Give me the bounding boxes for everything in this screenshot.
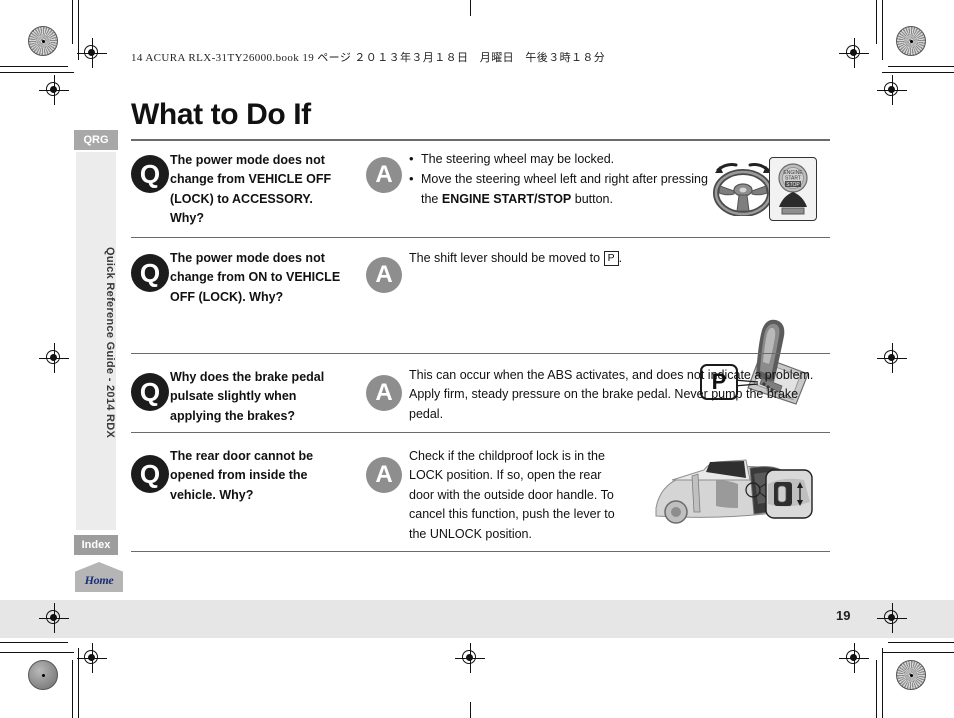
rear-door-childproof-lock-figure	[654, 450, 814, 536]
home-button[interactable]: Home	[75, 562, 123, 592]
engine-start-stop-button-icon: ENGINE START STOP	[769, 157, 817, 221]
answer-badge: A	[366, 157, 402, 193]
page-title: What to Do If	[131, 98, 311, 131]
shift-position-key: P	[603, 251, 619, 266]
question-badge: Q	[131, 254, 169, 292]
sidebar-divider	[120, 130, 121, 594]
svg-text:STOP: STOP	[786, 182, 800, 188]
page-canvas: 19 14 ACURA RLX-31TY26000.book 19 ページ ２０…	[0, 0, 954, 718]
title-underline	[131, 139, 830, 141]
sidebar-rail-label: Quick Reference Guide - 2014 RDX	[104, 247, 116, 439]
question-text-4: The rear door cannot be opened from insi…	[170, 449, 314, 502]
question-text-3: Why does the brake pedal pulsate slightl…	[170, 370, 325, 423]
answer-bullet: The steering wheel may be locked.	[409, 149, 709, 170]
answer-badge: A	[366, 257, 402, 293]
row-divider	[131, 237, 830, 238]
row-divider	[131, 551, 830, 552]
home-button-label: Home	[84, 573, 114, 587]
answer-bullet: Move the steering wheel left and right a…	[409, 169, 709, 209]
answer-text-2: The shift lever should be moved to P.	[409, 251, 623, 266]
answer-text-3: This can occur when the ABS activates, a…	[409, 368, 814, 421]
side-tab-column: QRG Quick Reference Guide - 2014 RDX Ind…	[74, 130, 123, 594]
row-divider	[131, 432, 830, 433]
steering-wheel-icon	[712, 160, 774, 221]
answer-badge: A	[366, 375, 402, 411]
answer-text-1: The steering wheel may be locked. Move t…	[409, 149, 709, 210]
answer-text-4: Check if the childproof lock is in the L…	[409, 449, 615, 541]
svg-text:START: START	[785, 176, 801, 182]
page-number: 19	[836, 608, 851, 623]
question-badge: Q	[131, 155, 169, 193]
answer-badge: A	[366, 457, 402, 493]
question-badge: Q	[131, 455, 169, 493]
sidebar-tab-index[interactable]: Index	[74, 535, 118, 555]
question-text-2: The power mode does not change from ON t…	[170, 251, 341, 304]
row-divider	[131, 353, 830, 354]
running-head: 14 ACURA RLX-31TY26000.book 19 ページ ２０１３年…	[131, 52, 606, 64]
sidebar-tab-qrg[interactable]: QRG	[74, 130, 118, 150]
question-badge: Q	[131, 373, 169, 411]
footer-band	[0, 600, 954, 638]
question-text-1: The power mode does not change from VEHI…	[170, 153, 332, 226]
